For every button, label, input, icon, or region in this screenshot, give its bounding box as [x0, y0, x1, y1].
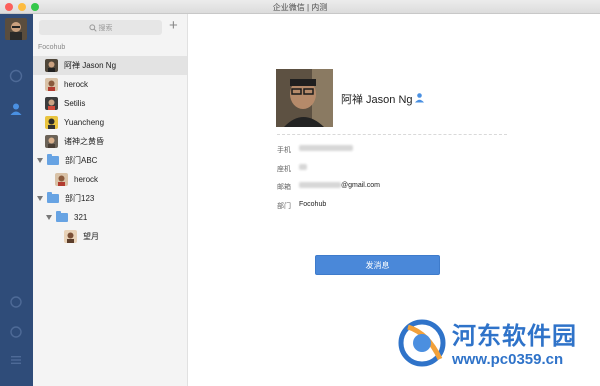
- folder-icon: [47, 192, 59, 203]
- contacts-icon[interactable]: [9, 102, 23, 116]
- workbench-icon[interactable]: [9, 295, 23, 309]
- avatar: [45, 116, 58, 129]
- email-value[interactable]: @gmail.com: [299, 182, 380, 189]
- department-item[interactable]: 部门ABC: [33, 151, 187, 170]
- group-label: Focohub: [38, 44, 66, 51]
- search-placeholder: 搜索: [98, 24, 113, 32]
- folder-icon: [56, 211, 68, 222]
- person-icon: [415, 93, 424, 103]
- watermark-url: www.pc0359.cn: [452, 351, 564, 368]
- avatar: [55, 173, 68, 186]
- email-label: 邮箱: [277, 184, 291, 191]
- phone-label: 座机: [277, 166, 291, 173]
- avatar: [64, 230, 77, 243]
- search-input[interactable]: 搜索: [39, 20, 162, 35]
- department-item[interactable]: 部门123: [33, 189, 187, 208]
- navigation-bar: [0, 14, 33, 386]
- avatar: [45, 135, 58, 148]
- avatar: [45, 97, 58, 110]
- my-avatar[interactable]: [5, 18, 27, 40]
- mobile-label: 手机: [277, 147, 291, 154]
- mobile-value: [299, 145, 353, 152]
- add-contact-button[interactable]: +: [169, 18, 178, 33]
- department-item[interactable]: 321: [33, 208, 187, 227]
- avatar: [45, 78, 58, 91]
- contact-list-panel: 搜索 + Focohub 阿禅 Jason Ng herock Setilis …: [33, 14, 188, 386]
- profile-name: 阿禅 Jason Ng: [341, 94, 413, 106]
- watermark-logo-icon: [398, 319, 446, 367]
- watermark-title: 河东软件园: [452, 323, 577, 350]
- divider: [277, 134, 507, 135]
- profile-avatar[interactable]: [276, 69, 333, 127]
- contact-item[interactable]: herock: [33, 170, 187, 189]
- window-title: 企业微信 | 内测: [272, 3, 328, 12]
- avatar: [45, 59, 58, 72]
- contact-item[interactable]: 阿禅 Jason Ng: [33, 56, 187, 75]
- contact-item[interactable]: 诸神之黄昏: [33, 132, 187, 151]
- expand-arrow-icon[interactable]: [37, 158, 43, 163]
- email-domain: @gmail.com: [341, 182, 381, 189]
- contact-item[interactable]: Yuancheng: [33, 113, 187, 132]
- settings-icon[interactable]: [9, 325, 23, 339]
- expand-arrow-icon[interactable]: [37, 196, 43, 201]
- department-label: 部门: [277, 203, 291, 210]
- title-bar: 企业微信 | 内测: [0, 0, 600, 14]
- contact-item[interactable]: herock: [33, 75, 187, 94]
- contact-item[interactable]: Setilis: [33, 94, 187, 113]
- contact-item[interactable]: 望月: [33, 227, 187, 246]
- phone-value: [299, 164, 307, 171]
- search-icon: [88, 23, 97, 32]
- menu-icon[interactable]: [9, 353, 23, 367]
- send-message-button[interactable]: 发消息: [315, 255, 440, 275]
- expand-arrow-icon[interactable]: [46, 215, 52, 220]
- folder-icon: [47, 154, 59, 165]
- department-value: Focohub: [299, 201, 327, 208]
- message-icon[interactable]: [9, 69, 23, 83]
